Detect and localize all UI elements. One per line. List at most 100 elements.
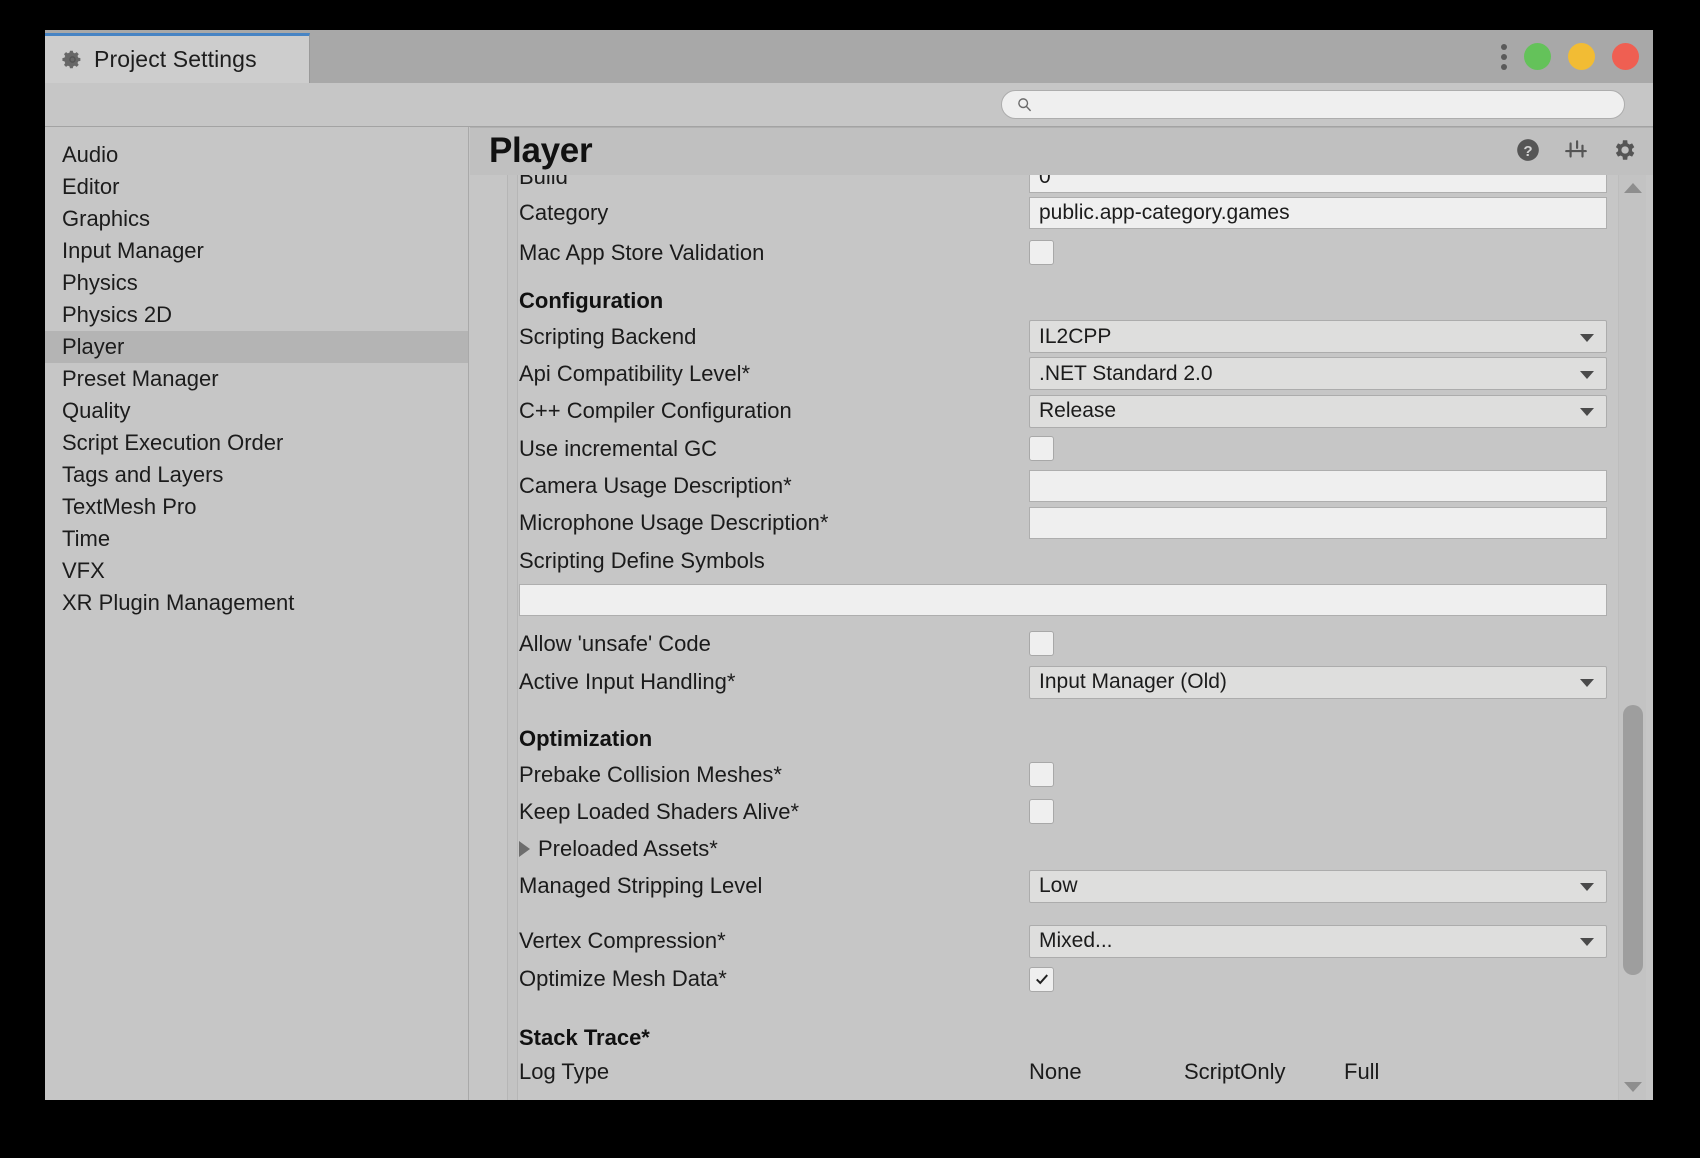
prebake-collision-meshes-checkbox[interactable] xyxy=(1029,762,1054,787)
category-field[interactable]: public.app-category.games xyxy=(1029,197,1607,229)
optimize-mesh-data-checkbox[interactable] xyxy=(1029,967,1054,992)
sidebar-item-label: XR Plugin Management xyxy=(62,590,294,615)
red-circle-icon[interactable] xyxy=(1612,43,1639,70)
row-prebake-collision-meshes: Prebake Collision Meshes* xyxy=(519,756,1607,793)
settings-rows: Build 0 Category public.app-category.gam… xyxy=(519,175,1607,1100)
sidebar-item-label: Player xyxy=(62,334,124,359)
label-camera-usage-description: Camera Usage Description* xyxy=(519,473,1029,499)
vertex-compression-dropdown[interactable]: Mixed... xyxy=(1029,925,1607,958)
sidebar-item-graphics[interactable]: Graphics xyxy=(45,203,468,235)
managed-stripping-level-dropdown[interactable]: Low xyxy=(1029,870,1607,903)
scripting-backend-value: IL2CPP xyxy=(1039,325,1111,349)
build-field[interactable]: 0 xyxy=(1029,175,1607,193)
row-vertex-compression: Vertex Compression* Mixed... xyxy=(519,922,1607,960)
microphone-usage-description-field[interactable] xyxy=(1029,507,1607,539)
section-stack-trace: Stack Trace* xyxy=(519,998,1607,1055)
label-active-input-handling: Active Input Handling* xyxy=(519,669,1029,695)
sidebar-item-input-manager[interactable]: Input Manager xyxy=(45,235,468,267)
cpp-compiler-configuration-dropdown[interactable]: Release xyxy=(1029,395,1607,428)
scripting-define-symbols-field[interactable] xyxy=(519,584,1607,616)
sidebar-item-vfx[interactable]: VFX xyxy=(45,555,468,587)
sidebar-item-tags-and-layers[interactable]: Tags and Layers xyxy=(45,459,468,491)
gear-icon xyxy=(62,49,83,70)
sidebar-item-preset-manager[interactable]: Preset Manager xyxy=(45,363,468,395)
svg-text:?: ? xyxy=(1523,143,1532,160)
row-scripting-define-symbols: Scripting Define Symbols xyxy=(519,542,1607,580)
row-managed-stripping-level: Managed Stripping Level Low xyxy=(519,867,1607,905)
label-cpp-compiler-configuration: C++ Compiler Configuration xyxy=(519,398,1029,424)
mac-app-store-validation-checkbox[interactable] xyxy=(1029,240,1054,265)
sidebar-item-player[interactable]: Player xyxy=(45,331,468,363)
preloaded-assets-foldout[interactable]: Preloaded Assets* xyxy=(519,836,1029,862)
sidebar-item-editor[interactable]: Editor xyxy=(45,171,468,203)
label-keep-loaded-shaders-alive: Keep Loaded Shaders Alive* xyxy=(519,799,1029,825)
settings-scroll-body: Build 0 Category public.app-category.gam… xyxy=(470,175,1653,1100)
log-type-column-full[interactable]: Full xyxy=(1344,1059,1379,1085)
tab-label: Project Settings xyxy=(94,46,257,73)
pane-header: Player ? xyxy=(470,127,1653,175)
api-compatibility-level-dropdown[interactable]: .NET Standard 2.0 xyxy=(1029,357,1607,390)
sidebar-item-time[interactable]: Time xyxy=(45,523,468,555)
help-icon[interactable]: ? xyxy=(1515,137,1541,163)
sidebar-item-label: Input Manager xyxy=(62,238,204,263)
sidebar-item-label: Audio xyxy=(62,142,118,167)
triangle-right-icon[interactable] xyxy=(519,841,530,857)
keep-loaded-shaders-alive-checkbox[interactable] xyxy=(1029,799,1054,824)
sidebar-item-script-execution-order[interactable]: Script Execution Order xyxy=(45,427,468,459)
chevron-down-icon xyxy=(1580,371,1594,379)
vertical-scrollbar[interactable] xyxy=(1618,175,1646,1100)
scroll-thumb[interactable] xyxy=(1623,705,1643,975)
project-settings-window: Project Settings Audio Editor Graphics I… xyxy=(45,30,1653,1100)
gear-icon[interactable] xyxy=(1611,137,1637,163)
search-box[interactable] xyxy=(1001,90,1625,119)
sidebar-item-label: Script Execution Order xyxy=(62,430,283,455)
chevron-down-icon xyxy=(1580,679,1594,687)
sidebar-item-audio[interactable]: Audio xyxy=(45,139,468,171)
sidebar-item-physics-2d[interactable]: Physics 2D xyxy=(45,299,468,331)
sidebar-item-label: Physics xyxy=(62,270,138,295)
preset-icon[interactable] xyxy=(1563,137,1589,163)
row-preloaded-assets[interactable]: Preloaded Assets* xyxy=(519,830,1607,867)
camera-usage-description-field[interactable] xyxy=(1029,470,1607,502)
row-log-type: Log Type None ScriptOnly Full xyxy=(519,1055,1607,1089)
window-controls xyxy=(1501,30,1639,83)
sidebar-item-label: Preset Manager xyxy=(62,366,219,391)
search-icon xyxy=(1017,97,1032,112)
green-circle-icon[interactable] xyxy=(1524,43,1551,70)
tab-project-settings[interactable]: Project Settings xyxy=(45,33,310,83)
active-input-handling-dropdown[interactable]: Input Manager (Old) xyxy=(1029,666,1607,699)
row-scripting-backend: Scripting Backend IL2CPP xyxy=(519,318,1607,355)
label-preloaded-assets: Preloaded Assets* xyxy=(538,836,718,861)
search-strip xyxy=(45,83,1653,127)
yellow-circle-icon[interactable] xyxy=(1568,43,1595,70)
row-active-input-handling: Active Input Handling* Input Manager (Ol… xyxy=(519,663,1607,701)
sidebar-item-label: Time xyxy=(62,526,110,551)
scroll-down-arrow-icon[interactable] xyxy=(1624,1082,1642,1092)
log-type-column-scriptonly[interactable]: ScriptOnly xyxy=(1184,1059,1344,1085)
sidebar-item-label: Physics 2D xyxy=(62,302,172,327)
cpp-compiler-configuration-value: Release xyxy=(1039,399,1116,423)
managed-stripping-level-value: Low xyxy=(1039,874,1078,898)
search-input[interactable] xyxy=(1040,95,1580,115)
chevron-down-icon xyxy=(1580,938,1594,946)
chevron-down-icon xyxy=(1580,408,1594,416)
sidebar-item-xr-plugin-management[interactable]: XR Plugin Management xyxy=(45,587,468,619)
row-api-compatibility-level: Api Compatibility Level* .NET Standard 2… xyxy=(519,355,1607,392)
kebab-menu-icon[interactable] xyxy=(1501,42,1507,72)
api-compatibility-level-value: .NET Standard 2.0 xyxy=(1039,362,1213,386)
section-optimization: Optimization xyxy=(519,701,1607,756)
sidebar-item-quality[interactable]: Quality xyxy=(45,395,468,427)
sidebar-item-label: VFX xyxy=(62,558,105,583)
label-managed-stripping-level: Managed Stripping Level xyxy=(519,873,1029,899)
vertex-compression-value: Mixed... xyxy=(1039,929,1113,953)
scripting-backend-dropdown[interactable]: IL2CPP xyxy=(1029,320,1607,353)
sidebar-item-textmesh-pro[interactable]: TextMesh Pro xyxy=(45,491,468,523)
settings-sidebar: Audio Editor Graphics Input Manager Phys… xyxy=(45,127,469,1100)
section-configuration: Configuration xyxy=(519,272,1607,318)
sidebar-item-physics[interactable]: Physics xyxy=(45,267,468,299)
log-type-column-none[interactable]: None xyxy=(1029,1059,1184,1085)
label-use-incremental-gc: Use incremental GC xyxy=(519,436,1029,462)
use-incremental-gc-checkbox[interactable] xyxy=(1029,436,1054,461)
scroll-up-arrow-icon[interactable] xyxy=(1624,183,1642,193)
allow-unsafe-code-checkbox[interactable] xyxy=(1029,631,1054,656)
